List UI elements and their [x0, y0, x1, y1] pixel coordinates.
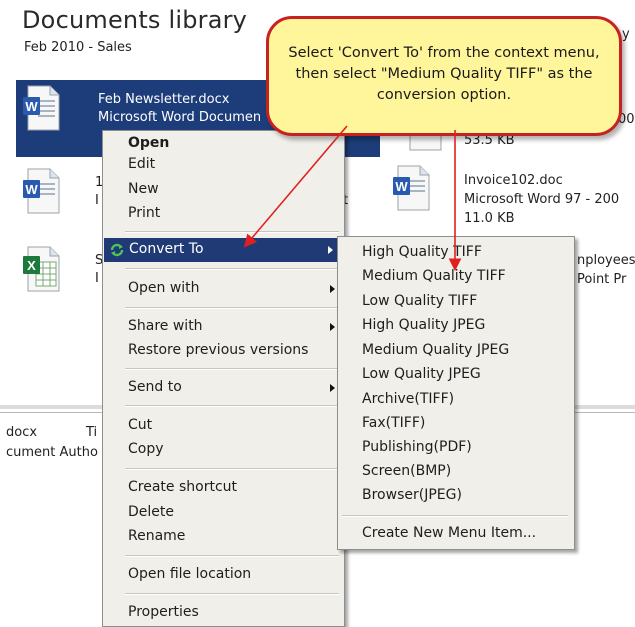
arrow-to-convert-to	[243, 125, 348, 248]
annotation-arrows	[243, 125, 462, 272]
